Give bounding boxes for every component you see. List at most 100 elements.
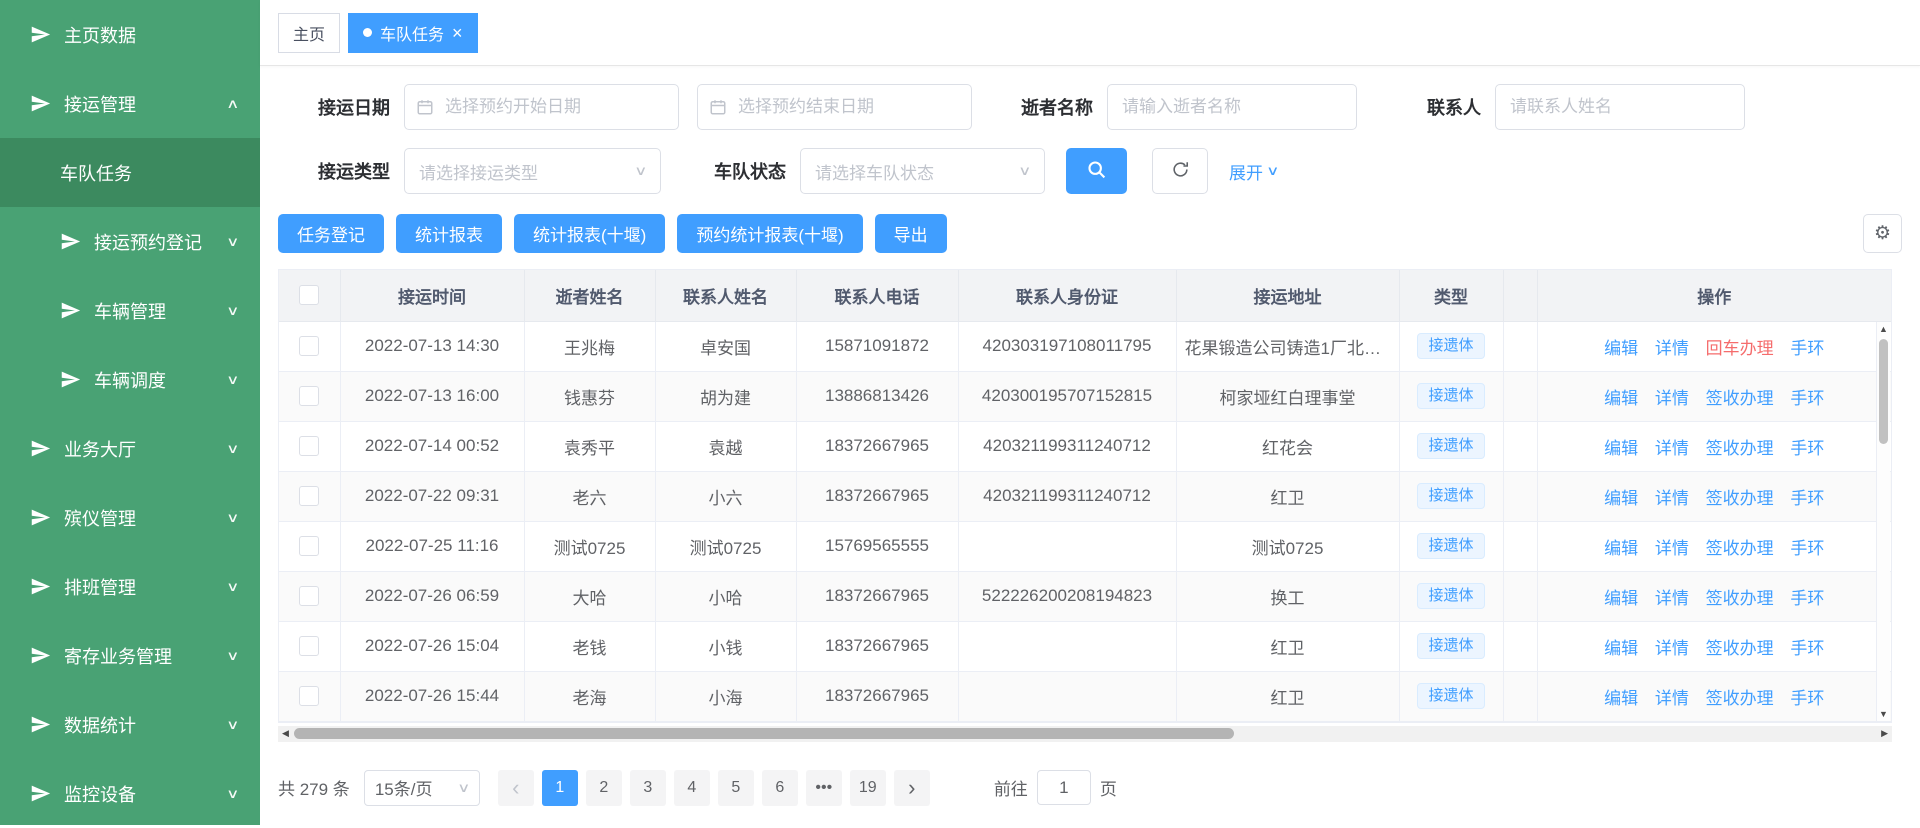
sidebar-item[interactable]: 排班管理 ∨ [0,552,260,621]
process-link[interactable]: 回车办理 [1706,339,1774,358]
cell-empty [1503,521,1537,571]
wristband-link[interactable]: 手环 [1790,639,1824,658]
scroll-up-icon[interactable]: ▲ [1879,322,1888,336]
toolbar-button[interactable]: 预约统计报表(十堰) [677,214,862,253]
detail-link[interactable]: 详情 [1655,339,1689,358]
sidebar-item[interactable]: 业务大厅 ∨ [0,414,260,483]
page-size-select[interactable]: 15条/页 ∨ [364,770,480,806]
edit-link[interactable]: 编辑 [1604,439,1638,458]
prev-page-button[interactable]: ‹ [498,770,534,806]
scroll-down-icon[interactable]: ▼ [1879,707,1888,721]
detail-link[interactable]: 详情 [1655,639,1689,658]
pickup-type-select[interactable]: 请选择接运类型 ∨ [404,148,661,194]
process-link[interactable]: 签收办理 [1706,489,1774,508]
detail-link[interactable]: 详情 [1655,389,1689,408]
process-link[interactable]: 签收办理 [1706,689,1774,708]
detail-link[interactable]: 详情 [1655,539,1689,558]
column-settings-button[interactable]: ⚙ [1863,214,1902,253]
page-number-button[interactable]: 5 [718,770,754,806]
sidebar-item[interactable]: 寄存业务管理 ∨ [0,621,260,690]
row-checkbox[interactable] [299,536,319,556]
detail-link[interactable]: 详情 [1655,489,1689,508]
chevron-down-icon: ∨ [1019,163,1032,179]
row-checkbox[interactable] [299,486,319,506]
cell-empty [1503,371,1537,421]
page-number-button[interactable]: 19 [850,770,886,806]
row-checkbox[interactable] [299,636,319,656]
sidebar: 主页数据 接运管理 ∧ 车队任务 接运预约登记 ∨ [0,0,260,825]
wristband-link[interactable]: 手环 [1790,339,1824,358]
fleet-status-select[interactable]: 请选择车队状态 ∨ [800,148,1045,194]
page-number-button[interactable]: 3 [630,770,666,806]
scroll-left-icon[interactable]: ◀ [282,728,289,739]
vertical-scroll-thumb[interactable] [1879,339,1888,444]
toolbar-button[interactable]: 统计报表 [396,214,502,253]
page-number-button[interactable]: 2 [586,770,622,806]
vertical-scrollbar[interactable]: ▲ ▼ [1876,322,1890,721]
search-button[interactable] [1066,148,1127,194]
page-number-button[interactable]: 6 [762,770,798,806]
row-checkbox[interactable] [299,436,319,456]
sidebar-item[interactable]: 车队任务 [0,138,260,207]
tab-home[interactable]: 主页 [278,13,340,53]
sidebar-item-label: 寄存业务管理 [64,643,172,669]
wristband-link[interactable]: 手环 [1790,689,1824,708]
detail-link[interactable]: 详情 [1655,439,1689,458]
toolbar-button[interactable]: 导出 [875,214,947,253]
sidebar-item[interactable]: 殡仪管理 ∨ [0,483,260,552]
wristband-link[interactable]: 手环 [1790,489,1824,508]
date-start-input[interactable] [404,84,679,130]
edit-link[interactable]: 编辑 [1604,389,1638,408]
date-end-input[interactable] [697,84,972,130]
cell-contact-name: 小六 [655,471,796,521]
contact-name-input[interactable] [1495,84,1745,130]
process-link[interactable]: 签收办理 [1706,589,1774,608]
sidebar-item[interactable]: 车辆调度 ∨ [0,345,260,414]
wristband-link[interactable]: 手环 [1790,589,1824,608]
toolbar-button[interactable]: 统计报表(十堰) [514,214,665,253]
sidebar-item[interactable]: 监控设备 ∨ [0,759,260,828]
row-checkbox[interactable] [299,686,319,706]
edit-link[interactable]: 编辑 [1604,639,1638,658]
wristband-link[interactable]: 手环 [1790,439,1824,458]
edit-link[interactable]: 编辑 [1604,339,1638,358]
horizontal-scrollbar[interactable]: ◀ ▶ [278,726,1892,742]
process-link[interactable]: 签收办理 [1706,539,1774,558]
goto-page-input[interactable] [1037,770,1091,805]
next-page-button[interactable]: › [894,770,930,806]
sidebar-item[interactable]: 主页数据 [0,0,260,69]
cell-time: 2022-07-25 11:16 [340,521,524,571]
cell-time: 2022-07-13 16:00 [340,371,524,421]
process-link[interactable]: 签收办理 [1706,639,1774,658]
page-number-button[interactable]: ••• [806,770,842,806]
sidebar-item[interactable]: 接运管理 ∧ [0,69,260,138]
row-checkbox[interactable] [299,336,319,356]
refresh-button[interactable] [1152,148,1208,194]
detail-link[interactable]: 详情 [1655,589,1689,608]
edit-link[interactable]: 编辑 [1604,489,1638,508]
detail-link[interactable]: 详情 [1655,689,1689,708]
wristband-link[interactable]: 手环 [1790,389,1824,408]
tab-fleet-tasks[interactable]: 车队任务 × [348,13,478,53]
process-link[interactable]: 签收办理 [1706,389,1774,408]
edit-link[interactable]: 编辑 [1604,689,1638,708]
toolbar-button[interactable]: 任务登记 [278,214,384,253]
row-checkbox[interactable] [299,386,319,406]
expand-link[interactable]: 展开 ∨ [1229,159,1278,184]
deceased-name-input[interactable] [1107,84,1357,130]
process-link[interactable]: 签收办理 [1706,439,1774,458]
sidebar-item[interactable]: 接运预约登记 ∨ [0,207,260,276]
wristband-link[interactable]: 手环 [1790,539,1824,558]
page-number-button[interactable]: 1 [542,770,578,806]
page-number-button[interactable]: 4 [674,770,710,806]
sidebar-item[interactable]: 车辆管理 ∨ [0,276,260,345]
horizontal-scroll-thumb[interactable] [294,728,1234,739]
sidebar-item[interactable]: 数据统计 ∨ [0,690,260,759]
edit-link[interactable]: 编辑 [1604,589,1638,608]
select-all-checkbox[interactable] [299,285,319,305]
sidebar-menu: 主页数据 接运管理 ∧ 车队任务 接运预约登记 ∨ [0,0,260,828]
edit-link[interactable]: 编辑 [1604,539,1638,558]
scroll-right-icon[interactable]: ▶ [1881,728,1888,739]
row-checkbox[interactable] [299,586,319,606]
close-icon[interactable]: × [452,24,463,42]
